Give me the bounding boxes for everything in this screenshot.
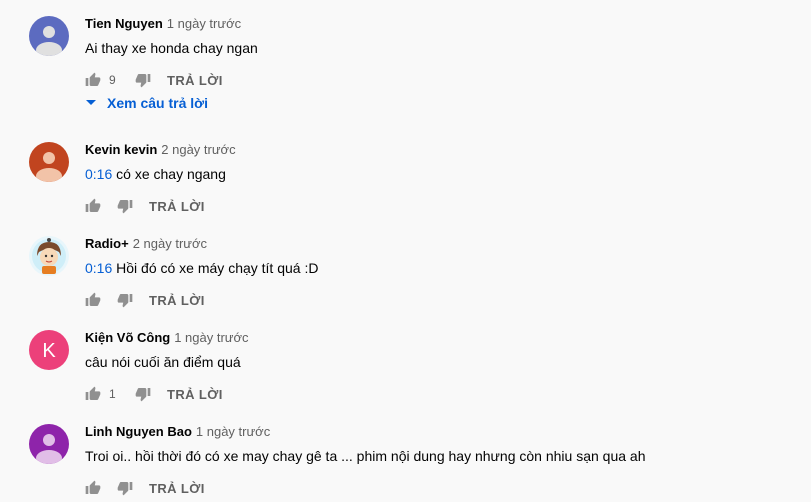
comment-header: Kevin kevin 2 ngày trước	[85, 142, 236, 158]
thumbs-up-icon[interactable]	[85, 292, 101, 308]
author-name[interactable]: Radio+	[85, 236, 129, 251]
comment-body: câu nói cuối ăn điểm quá	[85, 354, 241, 370]
thumbs-down-icon[interactable]	[117, 480, 133, 496]
avatar-letter: K	[42, 340, 56, 362]
comment-actions: TRẢ LỜI	[85, 288, 205, 312]
timestamp-link[interactable]: 0:16	[85, 166, 112, 182]
thumbs-down-icon[interactable]	[135, 386, 151, 402]
comment-body: Ai thay xe honda chay ngan	[85, 40, 258, 56]
comment-text: 0:16 Hồi đó có xe máy chạy tít quá :D	[85, 258, 318, 278]
comment-header: Linh Nguyen Bao 1 ngày trước	[85, 424, 270, 440]
thumbs-down-icon[interactable]	[117, 198, 133, 214]
comment-time[interactable]: 1 ngày trước	[167, 16, 241, 31]
comment-body: Troi oi.. hồi thời đó có xe may chay gê …	[85, 448, 646, 464]
reply-button[interactable]: TRẢ LỜI	[149, 199, 205, 214]
comment-text: Troi oi.. hồi thời đó có xe may chay gê …	[85, 446, 646, 466]
comment-text: 0:16 có xe chay ngang	[85, 164, 226, 184]
avatar[interactable]	[29, 236, 69, 276]
reply-button[interactable]: TRẢ LỜI	[149, 481, 205, 496]
comment-header: Tien Nguyen 1 ngày trước	[85, 16, 241, 32]
thumbs-up-icon[interactable]	[85, 480, 101, 496]
comment-text: câu nói cuối ăn điểm quá	[85, 352, 241, 372]
author-name[interactable]: Linh Nguyen Bao	[85, 424, 192, 439]
reply-button[interactable]: TRẢ LỜI	[167, 73, 223, 88]
reply-button[interactable]: TRẢ LỜI	[149, 293, 205, 308]
comment-header: Radio+ 2 ngày trước	[85, 236, 207, 252]
comment-time[interactable]: 1 ngày trước	[196, 424, 270, 439]
thumbs-down-icon[interactable]	[135, 72, 151, 88]
avatar[interactable]	[29, 142, 69, 182]
comment-actions: TRẢ LỜI	[85, 476, 205, 500]
comment-time[interactable]: 2 ngày trước	[161, 142, 235, 157]
thumbs-up-icon[interactable]	[85, 72, 101, 88]
view-replies-label: Xem câu trả lời	[107, 95, 208, 111]
comment-body: Hồi đó có xe máy chạy tít quá :D	[112, 260, 319, 276]
avatar[interactable]	[29, 424, 69, 464]
timestamp-link[interactable]: 0:16	[85, 260, 112, 276]
comment-time[interactable]: 1 ngày trước	[174, 330, 248, 345]
thumbs-up-icon[interactable]	[85, 198, 101, 214]
comment-header: Kiện Võ Công 1 ngày trước	[85, 330, 249, 346]
view-replies-button[interactable]: Xem câu trả lời	[85, 95, 208, 111]
author-name[interactable]: Kiện Võ Công	[85, 330, 170, 345]
avatar[interactable]: K	[29, 330, 69, 370]
comment-actions: 1 TRẢ LỜI	[85, 382, 223, 406]
author-name[interactable]: Kevin kevin	[85, 142, 157, 157]
author-name[interactable]: Tien Nguyen	[85, 16, 163, 31]
thumbs-down-icon[interactable]	[117, 292, 133, 308]
comment-actions: TRẢ LỜI	[85, 194, 205, 218]
thumbs-up-icon[interactable]	[85, 386, 101, 402]
comment-body: có xe chay ngang	[112, 166, 226, 182]
like-count: 9	[109, 73, 116, 87]
like-count: 1	[109, 387, 116, 401]
avatar[interactable]	[29, 16, 69, 56]
comment-time[interactable]: 2 ngày trước	[133, 236, 207, 251]
comment-text: Ai thay xe honda chay ngan	[85, 38, 258, 58]
caret-down-icon	[86, 100, 96, 105]
reply-button[interactable]: TRẢ LỜI	[167, 387, 223, 402]
comment-actions: 9 TRẢ LỜI	[85, 68, 223, 92]
